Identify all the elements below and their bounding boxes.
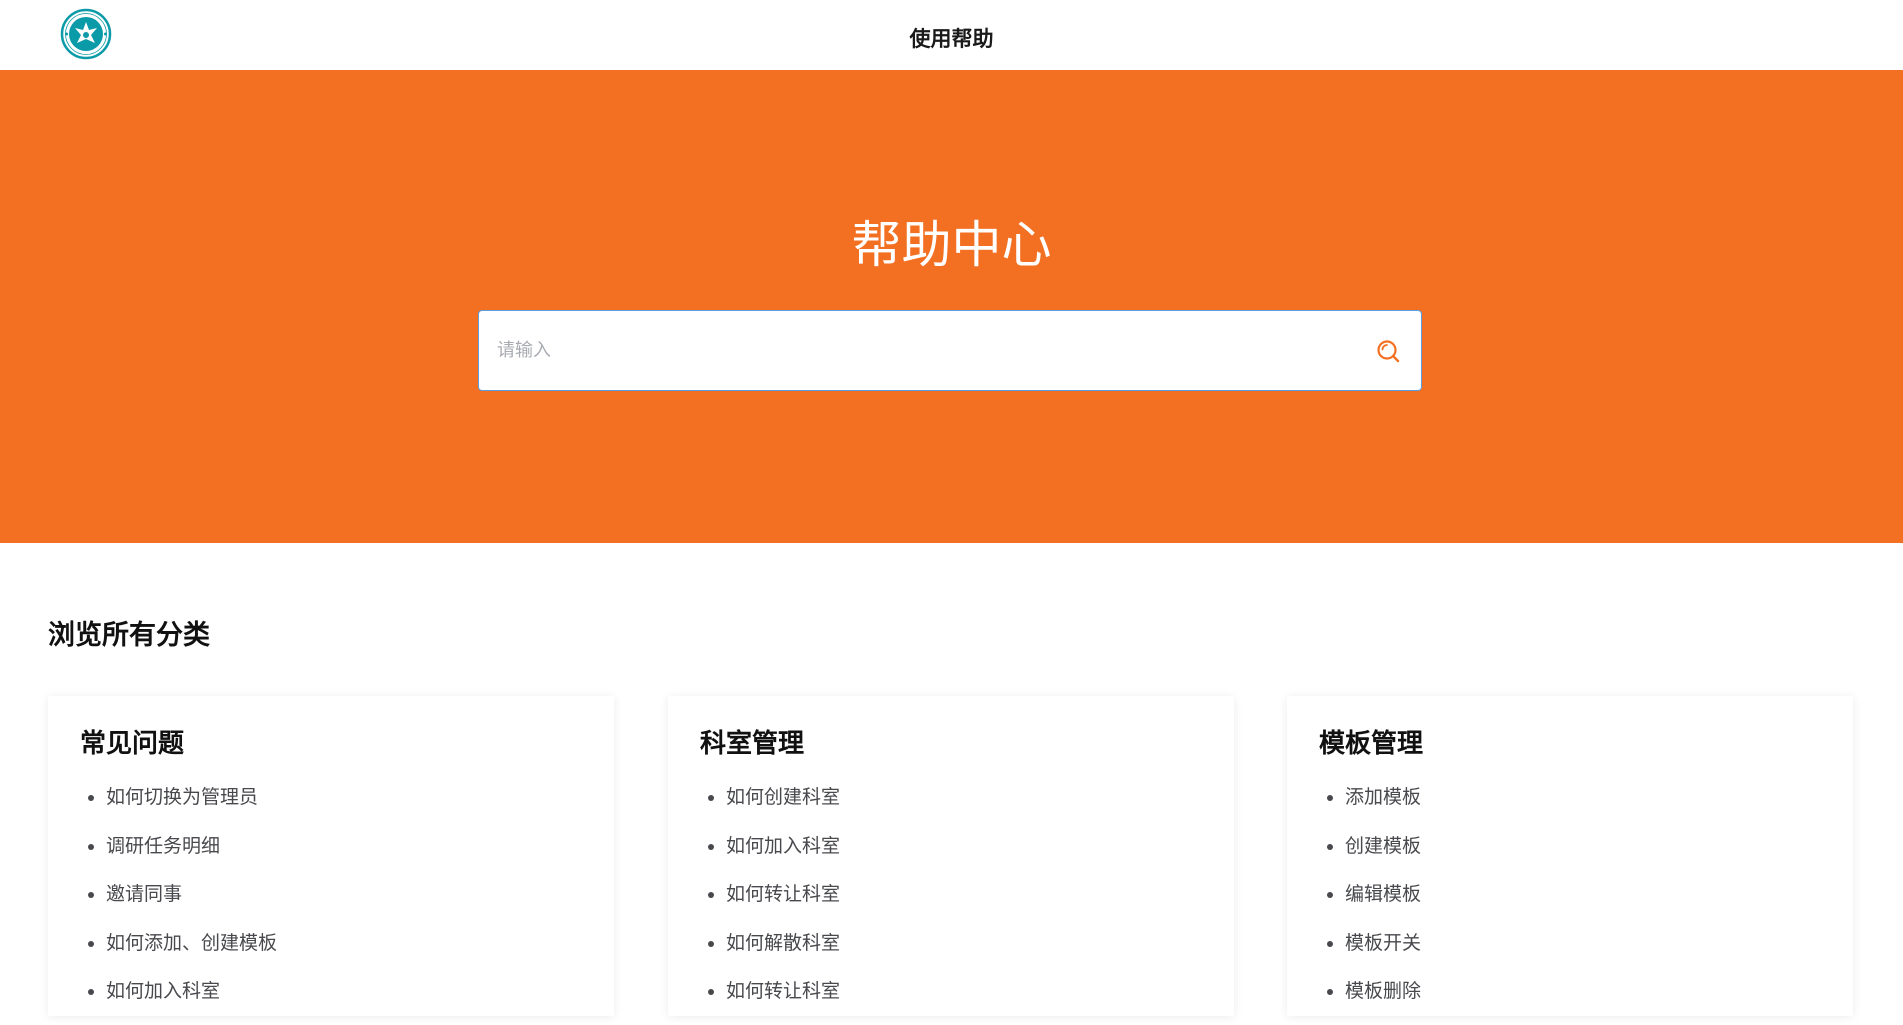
category-card-faq: 常见问题 如何切换为管理员 调研任务明细 邀请同事 如何添加、创建模板 如何加入… (48, 696, 614, 1016)
article-link[interactable]: 如何加入科室 (700, 831, 840, 880)
article-list: 如何创建科室 如何加入科室 如何转让科室 如何解散科室 如何转让科室 (700, 782, 840, 1025)
top-header: 使用帮助 (0, 0, 1903, 70)
article-link[interactable]: 邀请同事 (80, 879, 277, 928)
search-input[interactable] (497, 311, 1337, 390)
article-list: 添加模板 创建模板 编辑模板 模板开关 模板删除 (1319, 782, 1421, 1025)
browse-categories-title: 浏览所有分类 (48, 620, 210, 651)
search-box (478, 310, 1422, 391)
article-link[interactable]: 如何切换为管理员 (80, 782, 277, 831)
article-link[interactable]: 如何转让科室 (700, 879, 840, 928)
search-icon[interactable] (1375, 338, 1401, 364)
article-link[interactable]: 模板开关 (1319, 928, 1421, 977)
article-list: 如何切换为管理员 调研任务明细 邀请同事 如何添加、创建模板 如何加入科室 (80, 782, 277, 1025)
card-title[interactable]: 科室管理 (700, 726, 804, 762)
article-link[interactable]: 创建模板 (1319, 831, 1421, 880)
category-card-department: 科室管理 如何创建科室 如何加入科室 如何转让科室 如何解散科室 如何转让科室 (668, 696, 1234, 1016)
article-link[interactable]: 调研任务明细 (80, 831, 277, 880)
article-link[interactable]: 如何解散科室 (700, 928, 840, 977)
card-title[interactable]: 常见问题 (80, 726, 184, 762)
article-link[interactable]: 如何转让科室 (700, 976, 840, 1025)
article-link[interactable]: 如何创建科室 (700, 782, 840, 831)
article-link[interactable]: 添加模板 (1319, 782, 1421, 831)
card-title[interactable]: 模板管理 (1319, 726, 1423, 762)
help-center-title: 帮助中心 (851, 216, 1052, 274)
article-link[interactable]: 如何加入科室 (80, 976, 277, 1025)
article-link[interactable]: 如何添加、创建模板 (80, 928, 277, 977)
page-title: 使用帮助 (909, 27, 994, 51)
article-link[interactable]: 模板删除 (1319, 976, 1421, 1025)
article-link[interactable]: 编辑模板 (1319, 879, 1421, 928)
hero-banner: 帮助中心 (0, 70, 1903, 543)
category-card-template: 模板管理 添加模板 创建模板 编辑模板 模板开关 模板删除 (1287, 696, 1853, 1016)
